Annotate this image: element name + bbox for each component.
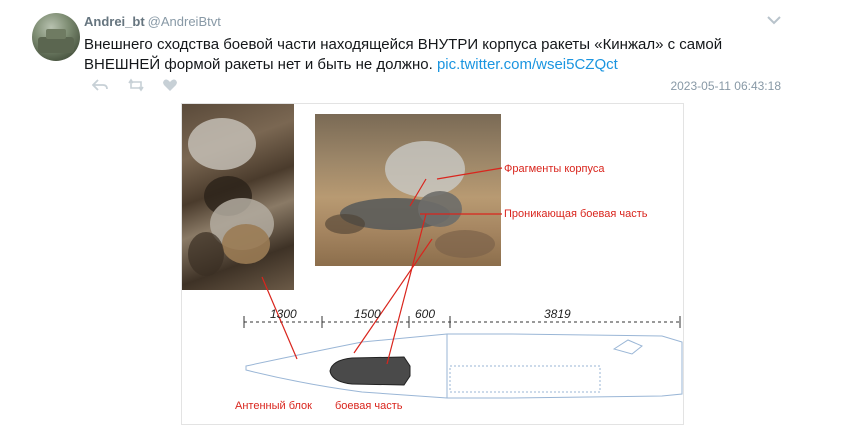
dimension-1500: 1500 <box>354 307 381 321</box>
chevron-down-icon[interactable] <box>766 14 782 26</box>
tweet-media[interactable]: 1300 1500 600 3819 Фрагменты корпуса Про… <box>181 103 684 425</box>
tweet-media-link[interactable]: pic.twitter.com/wsei5CZQct <box>437 56 618 73</box>
label-penetrating-warhead: Проникающая боевая часть <box>504 208 648 220</box>
tweet-text: Внешнего сходства боевой части находящей… <box>84 35 784 75</box>
label-hull-fragments: Фрагменты корпуса <box>504 163 605 175</box>
retweet-icon[interactable] <box>128 78 144 92</box>
tweet-body: Внешнего сходства боевой части находящей… <box>84 36 723 73</box>
heart-icon[interactable] <box>162 78 178 92</box>
reply-icon[interactable] <box>92 78 108 92</box>
label-warhead: боевая часть <box>335 400 403 412</box>
tweet-header: Andrei_bt @AndreiBtvt <box>84 14 221 30</box>
avatar[interactable] <box>32 13 80 61</box>
dimension-1300: 1300 <box>270 307 297 321</box>
user-handle[interactable]: @AndreiBtvt <box>148 14 221 29</box>
user-name[interactable]: Andrei_bt <box>84 14 145 29</box>
missile-diagram <box>243 167 683 399</box>
avatar-shape <box>46 29 66 39</box>
avatar-shape <box>38 37 74 53</box>
dimension-600: 600 <box>415 307 436 321</box>
timestamp: 2023-05-11 06:43:18 <box>670 79 781 93</box>
dimension-3819: 3819 <box>544 307 571 321</box>
label-antenna-block: Антенный блок <box>235 400 312 412</box>
